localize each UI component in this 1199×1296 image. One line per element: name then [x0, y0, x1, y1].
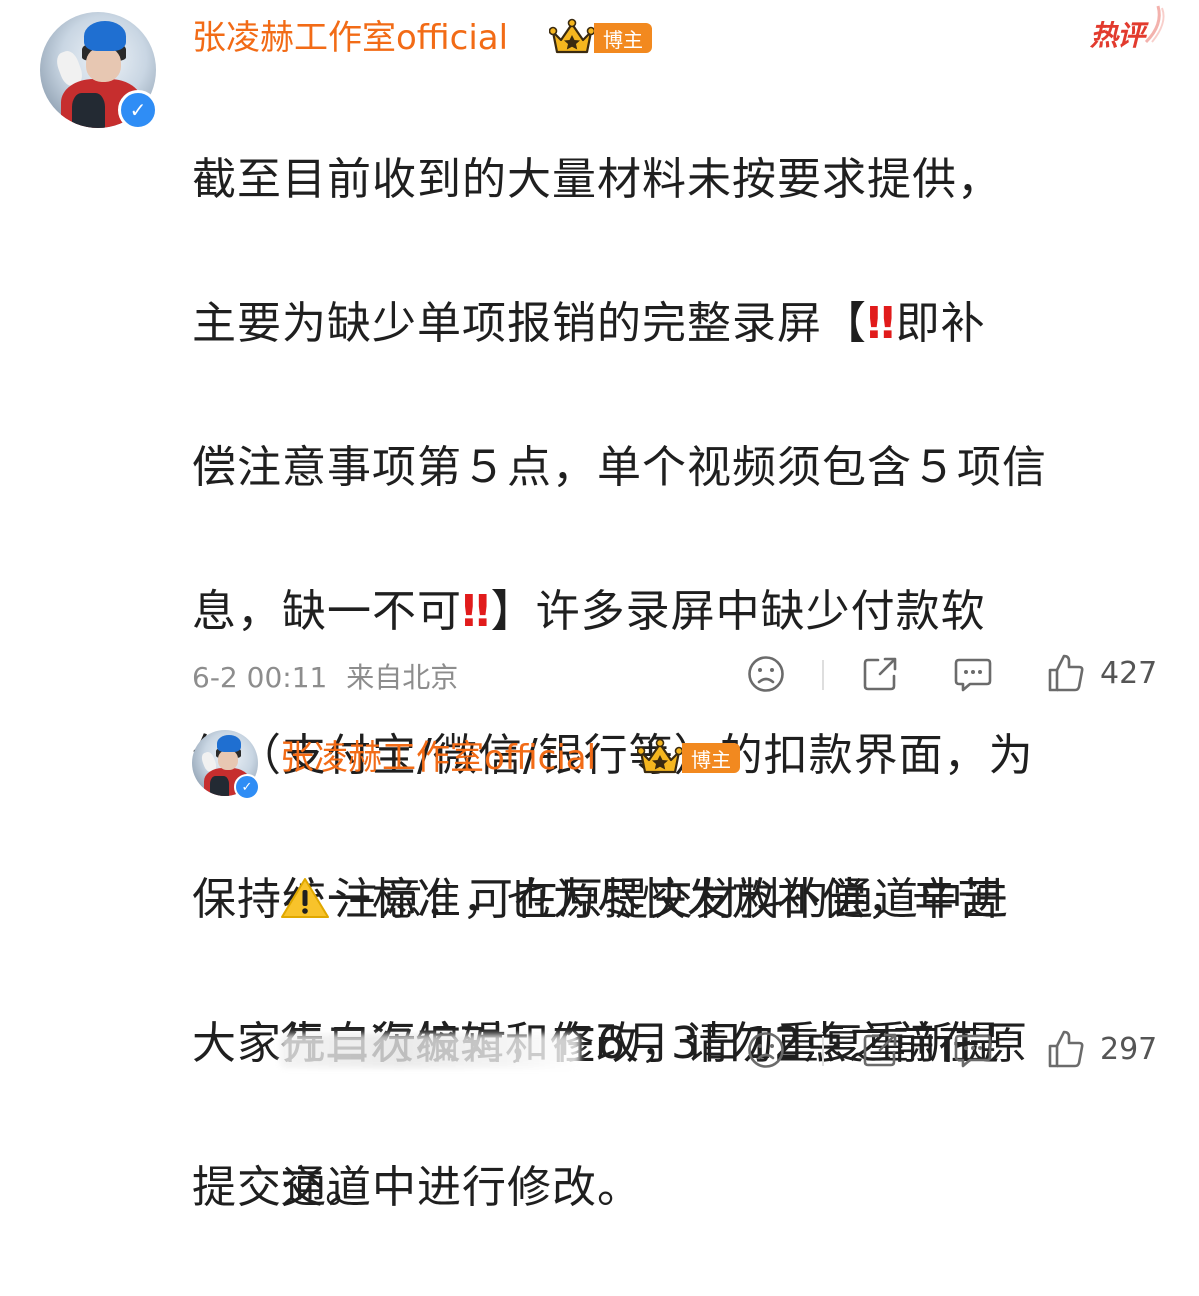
dislike-button[interactable] — [746, 1030, 786, 1070]
share-icon — [863, 1033, 897, 1067]
comment-line: 偿注意事项第５点，单个视频须包含５项信 — [192, 442, 1047, 493]
warning-icon — [281, 878, 329, 918]
comment-line: 截至目前收到的大量材料未按要求提供， — [192, 154, 1002, 205]
share-button[interactable] — [860, 1030, 900, 1070]
comment-meta: 6-2 00:11 来自北京 — [192, 656, 458, 696]
like-count: 297 — [1100, 1031, 1158, 1067]
crown-icon — [637, 738, 683, 774]
double-exclamation-emoji: ‼ — [867, 298, 896, 349]
comment-line: 主要为缺少单项报销的完整录屏【‼即补 — [192, 298, 986, 349]
location: 来自北京 — [346, 661, 459, 694]
timestamp: 6-2 00:11 — [192, 661, 328, 694]
share-button[interactable] — [860, 654, 900, 694]
comment-line: 息，缺一不可‼】许多录屏中缺少付款软 — [192, 586, 986, 637]
divider — [822, 660, 824, 690]
comment-button[interactable] — [952, 654, 994, 694]
reply-line: 交。 — [280, 1162, 370, 1213]
blogger-badge: 博主 — [594, 23, 652, 53]
share-icon — [863, 657, 897, 691]
hot-comment-tag: 热评 — [1090, 5, 1165, 54]
like-icon — [1048, 1030, 1084, 1068]
divider — [822, 1036, 824, 1066]
verified-icon: ✓ — [234, 774, 260, 800]
double-exclamation-emoji: ‼ — [462, 586, 491, 637]
reply-avatar[interactable]: ✓ — [192, 730, 260, 800]
blurred-reply-meta — [280, 1034, 580, 1068]
like-button[interactable]: 297 — [1046, 1028, 1157, 1070]
crown-icon — [549, 18, 595, 54]
blogger-badge: 博主 — [682, 743, 740, 773]
like-icon — [1048, 654, 1084, 692]
comment-icon — [954, 658, 992, 692]
dislike-face-icon — [748, 1032, 784, 1068]
flame-swoosh-icon — [1144, 5, 1165, 44]
like-button[interactable]: 427 — [1046, 652, 1157, 694]
like-count: 427 — [1100, 655, 1158, 691]
avatar[interactable]: ✓ — [40, 12, 158, 130]
reply-username[interactable]: 张凌赫工作室official — [280, 736, 596, 780]
verified-icon: ✓ — [118, 90, 158, 130]
reply-line: 注意：可在原提交材料的通道中进 — [280, 864, 1160, 936]
comment-button[interactable] — [952, 1030, 994, 1070]
username[interactable]: 张凌赫工作室official — [192, 16, 508, 60]
dislike-face-icon — [748, 656, 784, 692]
dislike-button[interactable] — [746, 654, 786, 694]
comment-icon — [954, 1034, 992, 1068]
